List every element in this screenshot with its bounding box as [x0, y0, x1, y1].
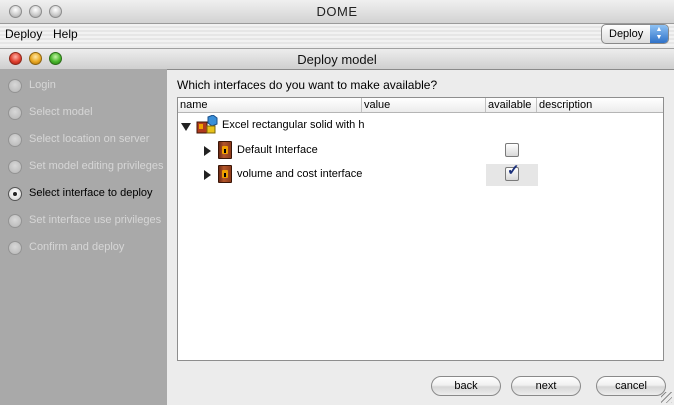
step-radio-icon: [8, 133, 22, 147]
step-label: Login: [29, 79, 56, 91]
back-button[interactable]: back: [431, 376, 501, 396]
disclosure-expanded-icon[interactable]: [181, 123, 191, 131]
row-label: Default Interface: [237, 144, 318, 156]
menu-help[interactable]: Help: [53, 27, 78, 41]
mode-select-value: Deploy: [609, 28, 644, 40]
interface-icon: [218, 141, 232, 159]
step-radio-icon: [8, 241, 22, 255]
outer-window-titlebar: DOME: [0, 0, 674, 24]
dialog-title: Deploy model: [297, 52, 377, 67]
disclosure-collapsed-icon[interactable]: [204, 170, 211, 180]
column-divider[interactable]: [485, 98, 486, 112]
available-checkbox-checked[interactable]: ✓: [505, 163, 520, 181]
cancel-button[interactable]: cancel: [596, 376, 666, 396]
step-label: Set interface use privileges: [29, 214, 162, 226]
table-row[interactable]: Default Interface: [178, 140, 663, 162]
step-label: Select model: [29, 106, 93, 118]
column-header-available[interactable]: available: [488, 99, 531, 111]
resize-grip-icon[interactable]: [661, 392, 672, 403]
interface-icon: [218, 165, 232, 183]
available-cell: ✓: [486, 163, 538, 186]
select-arrows-icon: ▲ ▼: [650, 25, 668, 43]
mode-select[interactable]: Deploy ▲ ▼: [601, 24, 669, 44]
disclosure-collapsed-icon[interactable]: [204, 146, 211, 156]
step-login: Login: [8, 78, 168, 94]
step-editing-privileges: Set model editing privileges: [8, 159, 168, 175]
step-label: Confirm and deploy: [29, 241, 125, 253]
table-header: name value available description: [178, 98, 663, 113]
step-radio-icon: [8, 214, 22, 228]
step-radio-icon: [8, 106, 22, 120]
question-text: Which interfaces do you want to make ava…: [177, 78, 438, 92]
available-checkbox[interactable]: [505, 143, 519, 157]
column-header-value[interactable]: value: [364, 99, 390, 111]
outer-window-title: DOME: [316, 4, 358, 19]
table-row[interactable]: volume and cost interface ✓: [178, 163, 663, 186]
row-label: volume and cost interface: [237, 168, 363, 180]
column-divider[interactable]: [361, 98, 362, 112]
column-divider[interactable]: [536, 98, 537, 112]
available-cell: [486, 140, 538, 162]
step-confirm-deploy: Confirm and deploy: [8, 240, 168, 256]
step-radio-selected-icon: [8, 187, 22, 201]
dialog-titlebar: Deploy model: [0, 48, 674, 70]
column-header-name[interactable]: name: [180, 99, 208, 111]
menubar: Deploy Help: [0, 24, 674, 46]
step-label: Set model editing privileges: [29, 160, 164, 172]
checkmark-icon: ✓: [507, 162, 520, 179]
table-row-root[interactable]: Excel rectangular solid with h: [178, 115, 663, 137]
step-label: Select location on server: [29, 133, 150, 145]
interfaces-table[interactable]: name value available description Excel r…: [177, 97, 664, 361]
step-use-privileges: Set interface use privileges: [8, 213, 168, 229]
step-label: Select interface to deploy: [29, 187, 153, 199]
step-select-location: Select location on server: [8, 132, 168, 148]
step-radio-icon: [8, 79, 22, 93]
menu-deploy[interactable]: Deploy: [5, 27, 42, 41]
step-select-model: Select model: [8, 105, 168, 121]
wizard-steps-panel: Login Select model Select location on se…: [0, 69, 167, 405]
model-icon: [196, 115, 218, 134]
row-label: Excel rectangular solid with h: [222, 119, 365, 131]
step-select-interface: Select interface to deploy: [8, 186, 168, 202]
column-header-description[interactable]: description: [539, 99, 592, 111]
step-radio-icon: [8, 160, 22, 174]
next-button[interactable]: next: [511, 376, 581, 396]
